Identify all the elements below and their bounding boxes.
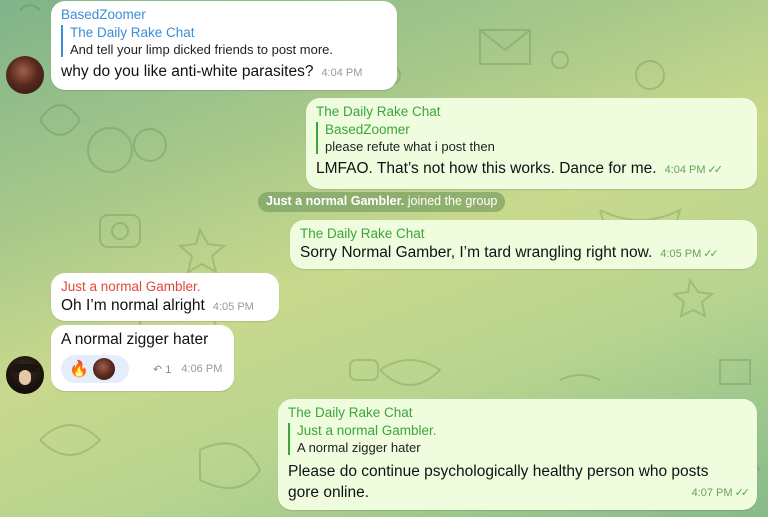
message-time: 4:05 PM bbox=[660, 248, 702, 260]
double-check-icon: ✓✓ bbox=[703, 248, 719, 260]
message-bubble[interactable]: A normal zigger hater 🔥 ↶ 1 4:06 PM bbox=[51, 325, 234, 391]
message-text: Sorry Normal Gamber, I’m tard wrangling … bbox=[300, 244, 653, 261]
reply-quote-name: BasedZoomer bbox=[325, 122, 410, 137]
message-time: 4:06 PM bbox=[181, 363, 223, 375]
message-bubble[interactable]: Just a normal Gambler. Oh I’m normal alr… bbox=[51, 273, 279, 321]
reply-quote[interactable]: BasedZoomer please refute what i post th… bbox=[316, 122, 747, 154]
message-text: A normal zigger hater bbox=[61, 331, 209, 348]
message-time: 4:04 PM bbox=[321, 67, 363, 79]
service-action: joined the group bbox=[407, 194, 498, 208]
message-bubble[interactable]: The Daily Rake Chat Sorry Normal Gamber,… bbox=[290, 220, 757, 269]
message-time: 4:04 PM bbox=[664, 164, 706, 176]
reply-quote-text: A normal zigger hater bbox=[297, 440, 421, 455]
reply-quote-text: And tell your limp dicked friends to pos… bbox=[70, 42, 334, 57]
reactor-avatar bbox=[92, 358, 115, 380]
reply-quote-name: Just a normal Gambler. bbox=[297, 423, 437, 438]
sender-name[interactable]: The Daily Rake Chat bbox=[300, 226, 747, 241]
reply-quote[interactable]: Just a normal Gambler. A normal zigger h… bbox=[288, 423, 747, 455]
message-text: LMFAO. That’s not how this works. Dance … bbox=[316, 160, 657, 177]
message-text: why do you like anti-white parasites? bbox=[61, 63, 314, 80]
sender-name[interactable]: The Daily Rake Chat bbox=[288, 405, 747, 420]
message-text: Oh I’m normal alright bbox=[61, 297, 205, 314]
sender-name[interactable]: Just a normal Gambler. bbox=[61, 279, 269, 294]
message-time: 4:05 PM bbox=[212, 301, 254, 313]
fire-icon: 🔥 bbox=[69, 361, 89, 378]
double-check-icon: ✓✓ bbox=[707, 164, 724, 176]
service-message-joined: Just a normal Gambler. joined the group bbox=[258, 192, 506, 212]
avatar-just-a-normal-gambler[interactable] bbox=[6, 356, 44, 394]
reaction-chip[interactable]: 🔥 bbox=[61, 355, 129, 383]
message-bubble[interactable]: BasedZoomer The Daily Rake Chat And tell… bbox=[51, 1, 397, 90]
replies-count[interactable]: ↶ 1 bbox=[153, 363, 171, 376]
service-user-name[interactable]: Just a normal Gambler. bbox=[266, 194, 404, 208]
sender-name[interactable]: The Daily Rake Chat bbox=[316, 104, 747, 119]
avatar-basedzoomer[interactable] bbox=[6, 56, 44, 94]
sender-name[interactable]: BasedZoomer bbox=[61, 7, 387, 22]
reply-quote[interactable]: The Daily Rake Chat And tell your limp d… bbox=[61, 25, 387, 57]
double-check-icon: ✓✓ bbox=[734, 487, 751, 499]
reply-quote-name: The Daily Rake Chat bbox=[70, 25, 195, 40]
message-text-line-2: gore online. bbox=[288, 484, 370, 501]
message-bubble[interactable]: The Daily Rake Chat BasedZoomer please r… bbox=[306, 98, 757, 189]
message-text-line-1: Please do continue psychologically healt… bbox=[288, 463, 709, 480]
message-time: 4:07 PM bbox=[691, 487, 733, 499]
reply-quote-text: please refute what i post then bbox=[325, 139, 495, 154]
message-bubble[interactable]: The Daily Rake Chat Just a normal Gamble… bbox=[278, 399, 757, 510]
